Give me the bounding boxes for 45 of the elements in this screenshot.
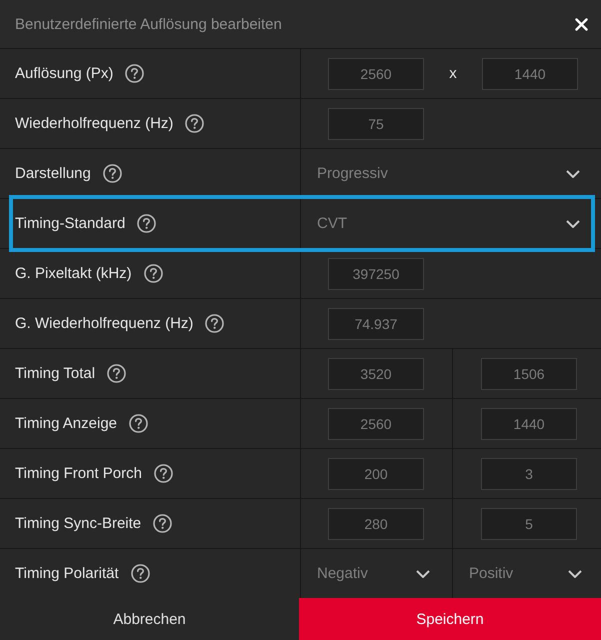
close-icon — [575, 18, 588, 30]
help-icon[interactable] — [130, 564, 150, 583]
cancel-button[interactable]: Abbrechen — [0, 598, 299, 640]
field-label: Timing Front Porch — [15, 465, 142, 482]
field-label: Auflösung (Px) — [15, 65, 114, 82]
help-icon[interactable] — [205, 314, 224, 333]
input-field[interactable]: 5 — [481, 508, 577, 540]
help-icon[interactable] — [102, 164, 122, 183]
help-icon[interactable] — [185, 114, 204, 133]
field-label: Timing Anzeige — [15, 415, 117, 432]
help-icon[interactable] — [154, 464, 173, 483]
help-icon[interactable] — [129, 414, 148, 433]
field-label: G. Pixeltakt (kHz) — [15, 265, 132, 282]
input-field[interactable]: 3520 — [328, 358, 424, 390]
field-label: Timing Total — [15, 365, 96, 382]
input-field[interactable]: 200 — [328, 458, 424, 490]
field-label: Wiederholfrequenz (Hz) — [15, 115, 174, 132]
input-field[interactable]: 1506 — [481, 358, 577, 390]
input-field[interactable]: 1440 — [482, 58, 578, 90]
field-label: Timing Sync-Breite — [15, 515, 142, 532]
input-field[interactable]: 1440 — [481, 408, 577, 440]
input-field[interactable]: 397250 — [328, 258, 424, 290]
field-label: Timing Polarität — [15, 565, 119, 582]
help-icon[interactable] — [153, 514, 172, 533]
help-icon[interactable] — [107, 364, 126, 383]
chevron-down-icon — [566, 170, 580, 178]
field-label: G. Wiederholfrequenz (Hz) — [15, 315, 194, 332]
chevron-down-icon — [568, 570, 582, 578]
chevron-down-icon — [416, 570, 430, 578]
help-icon[interactable] — [137, 214, 156, 233]
input-field[interactable]: 280 — [328, 508, 424, 540]
help-icon[interactable] — [144, 264, 163, 283]
window-title: Benutzerdefinierte Auflösung bearbeiten — [15, 16, 282, 32]
field-label: Timing-Standard — [15, 215, 126, 232]
input-field[interactable]: 74.937 — [328, 308, 424, 340]
help-icon[interactable] — [125, 64, 144, 83]
input-field[interactable]: 2560 — [328, 58, 424, 90]
field-label: Darstellung — [15, 165, 91, 182]
chevron-down-icon — [566, 220, 580, 228]
save-button[interactable]: Speichern — [299, 598, 601, 640]
input-field[interactable]: 2560 — [328, 408, 424, 440]
times-separator: x — [448, 65, 458, 82]
input-field[interactable]: 3 — [481, 458, 577, 490]
input-field[interactable]: 75 — [328, 108, 424, 140]
close-button[interactable] — [575, 18, 588, 30]
